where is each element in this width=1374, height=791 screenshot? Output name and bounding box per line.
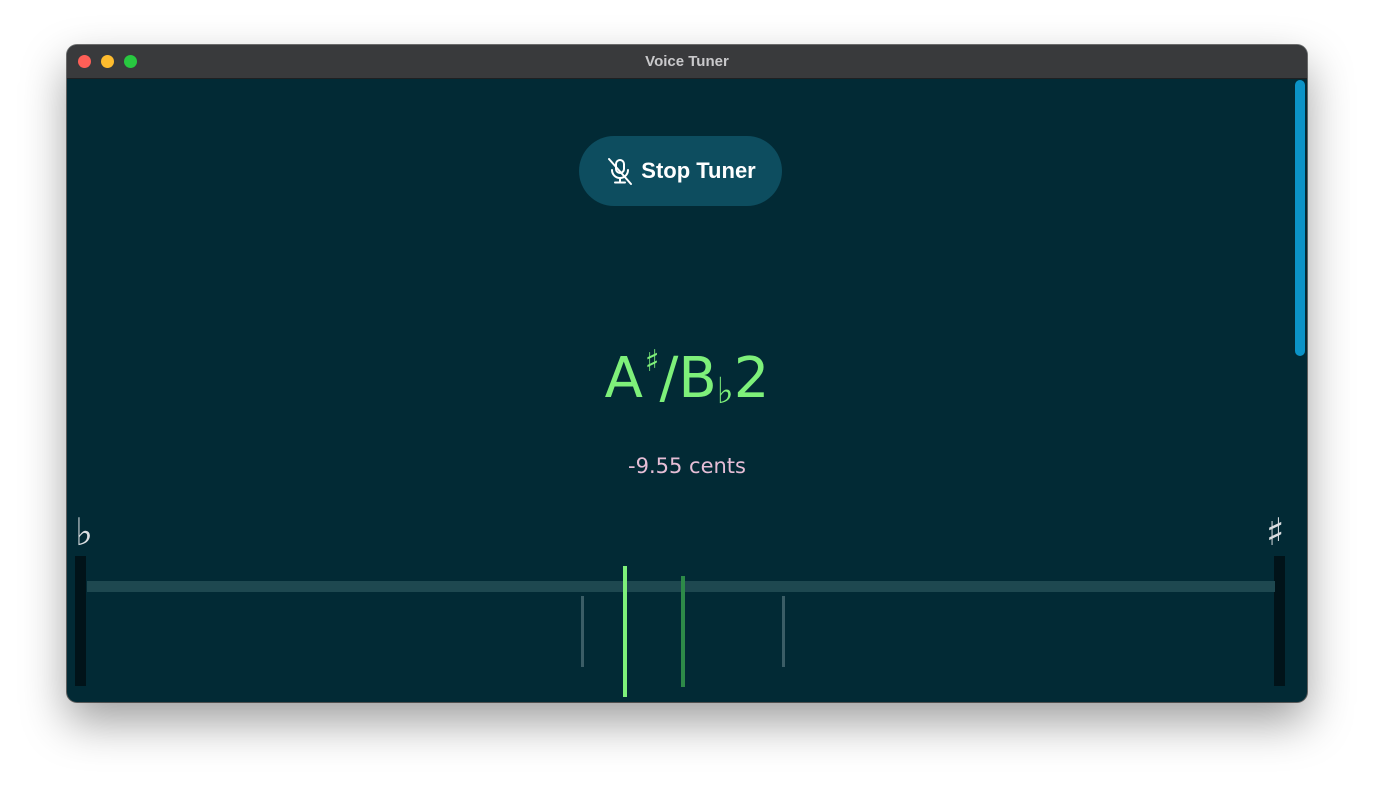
tuner-view: Stop Tuner A♯/B♭2 -9.55 cents ♭ ♯ — [67, 79, 1307, 702]
lower-bound-marker — [580, 596, 584, 667]
in-tune-reference-marker — [681, 576, 685, 687]
title-bar[interactable]: Voice Tuner — [67, 45, 1307, 79]
app-window: Voice Tuner Stop Tuner A♯/B♭2 -9.55 cent… — [67, 45, 1307, 702]
pitch-needle — [622, 566, 627, 697]
vertical-scrollbar[interactable] — [1293, 79, 1307, 702]
window-title: Voice Tuner — [645, 53, 729, 70]
meter-right-end — [1274, 556, 1285, 686]
meter-left-end — [75, 556, 86, 686]
pitch-meter — [67, 79, 1307, 702]
scrollbar-thumb[interactable] — [1295, 80, 1305, 356]
upper-bound-marker — [782, 596, 786, 667]
